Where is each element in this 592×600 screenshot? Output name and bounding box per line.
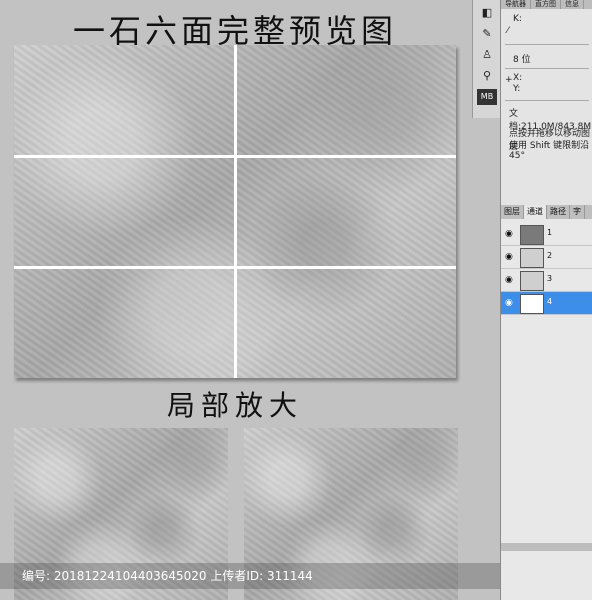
mid-title: 局部放大 bbox=[166, 389, 303, 422]
y-label: Y: bbox=[513, 84, 521, 94]
channel-mixer-icon[interactable]: ◧ bbox=[477, 5, 497, 21]
channel-row[interactable]: ◉ 1 bbox=[501, 223, 592, 246]
channels-panel-tabs: 图层 通道 路径 字 bbox=[501, 205, 592, 219]
bit-depth: 8 位 bbox=[513, 55, 531, 65]
channel-label: 3 bbox=[547, 274, 553, 283]
tab-paths[interactable]: 路径 bbox=[547, 205, 570, 219]
info-divider bbox=[505, 44, 589, 45]
eye-icon[interactable]: ◉ bbox=[505, 229, 513, 239]
info-panel-tabs: 导航器 直方图 信息 bbox=[501, 0, 592, 9]
channel-row[interactable]: ◉ 2 bbox=[501, 246, 592, 269]
channels-panel-footer bbox=[501, 543, 592, 551]
tile-seam-horizontal-1 bbox=[14, 155, 456, 158]
info-divider bbox=[505, 68, 589, 69]
info-divider bbox=[505, 100, 589, 101]
clone-stamp-icon[interactable]: ♙ bbox=[477, 47, 497, 63]
info-panel: 导航器 直方图 信息 K: ⁄ 8 位 + X: Y: 文档:211.0M/84… bbox=[500, 0, 592, 205]
tab-character[interactable]: 字 bbox=[570, 205, 585, 219]
channel-thumbnail bbox=[520, 248, 544, 268]
tab-layers[interactable]: 图层 bbox=[501, 205, 524, 219]
channel-label: 1 bbox=[547, 228, 553, 237]
eye-icon[interactable]: ◉ bbox=[505, 298, 513, 308]
tab-histogram[interactable]: 直方图 bbox=[531, 0, 561, 9]
x-label: X: bbox=[513, 73, 523, 83]
history-brush-icon[interactable]: ⚲ bbox=[477, 68, 497, 84]
channel-label: 4 bbox=[547, 297, 553, 306]
eyedropper-icon: ⁄ bbox=[507, 26, 509, 36]
channel-label: 2 bbox=[547, 251, 553, 260]
six-face-preview bbox=[14, 45, 456, 378]
tile-seam-vertical bbox=[234, 45, 237, 378]
channels-panel: 图层 通道 路径 字 ◉ 1 ◉ 2 ◉ 3 ◉ 4 bbox=[500, 205, 592, 600]
tab-info[interactable]: 信息 bbox=[561, 0, 584, 9]
channel-thumbnail bbox=[520, 225, 544, 245]
tool-hint-line-2: 使用 Shift 键限制沿 45° bbox=[509, 141, 590, 161]
channel-thumbnail bbox=[520, 271, 544, 291]
tool-strip: ◧ ✎ ♙ ⚲ MB bbox=[472, 0, 501, 118]
channel-row[interactable]: ◉ 3 bbox=[501, 269, 592, 292]
eye-icon[interactable]: ◉ bbox=[505, 252, 513, 262]
mb-icon[interactable]: MB bbox=[477, 89, 497, 105]
channel-row-selected[interactable]: ◉ 4 bbox=[501, 292, 592, 315]
brush-icon[interactable]: ✎ bbox=[477, 26, 497, 42]
tile-seam-horizontal-2 bbox=[14, 266, 456, 269]
eye-icon[interactable]: ◉ bbox=[505, 275, 513, 285]
tab-channels[interactable]: 通道 bbox=[524, 205, 547, 219]
channel-thumbnail bbox=[520, 294, 544, 314]
k-label: K: bbox=[513, 14, 522, 24]
watermark-bar: 编号: 20181224104403645020 上传者ID: 311144 bbox=[0, 563, 500, 589]
tab-navigator[interactable]: 导航器 bbox=[501, 0, 531, 9]
crosshair-icon: + bbox=[505, 75, 513, 85]
